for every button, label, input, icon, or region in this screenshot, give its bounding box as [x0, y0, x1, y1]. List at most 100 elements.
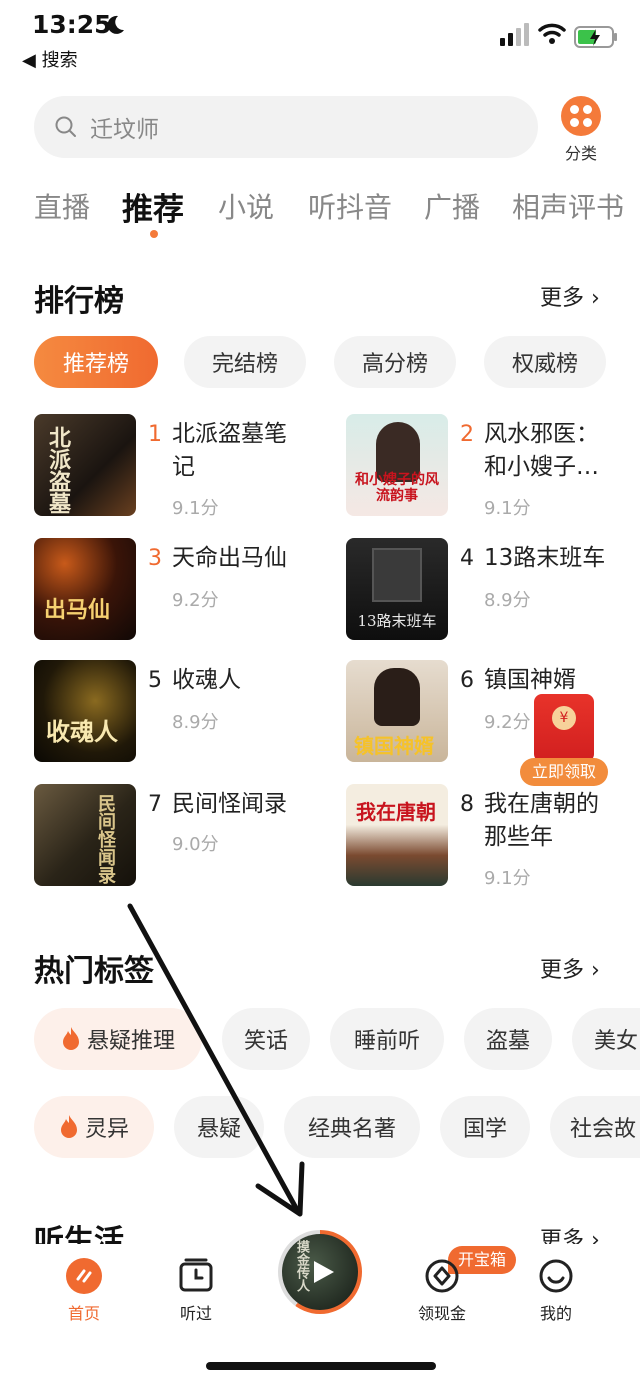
ranking-more-label: 更多 [540, 286, 585, 311]
back-to-search-link[interactable]: ◀ 搜索 [22, 46, 78, 72]
cover-bus [372, 548, 422, 602]
cover-title: 13路末班车 [357, 612, 437, 630]
active-tab-indicator [150, 230, 158, 238]
book-item[interactable]: 出马仙 [34, 538, 136, 640]
book-name[interactable]: 镇国神婿 [484, 664, 614, 697]
book-name[interactable]: 天命出马仙 [172, 542, 302, 575]
tab-douyin[interactable]: 听抖音 [308, 186, 392, 226]
hot-tags-more-label: 更多 [540, 958, 585, 983]
book-item[interactable]: 镇国神婿 [346, 660, 448, 762]
player-cover: 摸金传人 [282, 1234, 358, 1310]
tag-classics[interactable]: 经典名著 [284, 1096, 420, 1158]
book-score: 8.9分 [484, 590, 531, 611]
now-playing-button[interactable]: 摸金传人 [278, 1230, 362, 1314]
coin-icon[interactable] [424, 1258, 460, 1294]
ranking-more-link[interactable]: 更多 › [540, 280, 600, 312]
book-rank: 3 [148, 546, 162, 571]
nav-cash-label[interactable]: 领现金 [408, 1300, 476, 1324]
flame-icon [60, 1115, 77, 1138]
book-cover: 13路末班车 [346, 538, 448, 640]
tab-novel[interactable]: 小说 [218, 186, 274, 226]
status-time: 13:25 [32, 10, 112, 39]
moon-icon [107, 15, 124, 34]
nav-home-label[interactable]: 首页 [56, 1300, 112, 1324]
nav-history-label[interactable]: 听过 [168, 1300, 224, 1324]
book-rank: 7 [148, 792, 162, 817]
category-label: 分类 [564, 144, 597, 163]
battery-charging-icon [574, 26, 617, 48]
book-cover: 北派盗墓 [34, 414, 136, 516]
book-rank: 5 [148, 668, 162, 693]
book-item[interactable]: 民间怪闻录 [34, 784, 136, 886]
book-cover: 我在唐朝 [346, 784, 448, 886]
category-icon [561, 96, 601, 136]
book-item[interactable]: 北派盗墓 [34, 414, 136, 516]
category-button[interactable]: 分类 [556, 96, 606, 164]
book-rank: 8 [460, 792, 474, 817]
tag-label: 悬疑推理 [86, 1029, 175, 1054]
book-score: 9.0分 [172, 834, 219, 855]
tag-jokes[interactable]: 笑话 [222, 1008, 310, 1070]
history-icon[interactable] [178, 1258, 214, 1294]
cover-title: 我在唐朝 [356, 800, 436, 824]
tag-suspense-reasoning[interactable]: 悬疑推理 [34, 1008, 202, 1070]
book-name[interactable]: 北派盗墓笔记 [172, 418, 302, 484]
book-cover: 和小嫂子的风流韵事 [346, 414, 448, 516]
chevron-right-icon: › [591, 286, 600, 311]
pill-authority-list[interactable]: 权威榜 [484, 336, 606, 388]
nav-me-label[interactable]: 我的 [528, 1300, 584, 1324]
tab-radio[interactable]: 广播 [424, 186, 480, 226]
book-name[interactable]: 我在唐朝的那些年 [484, 788, 614, 854]
tag-beauty[interactable]: 美女 [572, 1008, 640, 1070]
book-rank: 1 [148, 422, 162, 447]
book-score: 8.9分 [172, 712, 219, 733]
pill-recommend-list[interactable]: 推荐榜 [34, 336, 158, 388]
book-cover: 收魂人 [34, 660, 136, 762]
book-item[interactable]: 我在唐朝 [346, 784, 448, 886]
hot-tags-more-link[interactable]: 更多 › [540, 952, 600, 984]
red-packet-claim-button[interactable]: 立即领取 [520, 758, 608, 786]
cover-title: 民间怪闻录 [95, 794, 116, 884]
book-cover: 镇国神婿 [346, 660, 448, 762]
home-icon[interactable] [66, 1258, 102, 1294]
cover-title: 和小嫂子的风流韵事 [355, 472, 439, 504]
pill-high-score-list[interactable]: 高分榜 [334, 336, 456, 388]
pill-finished-list[interactable]: 完结榜 [184, 336, 306, 388]
chevron-right-icon: › [591, 958, 600, 983]
search-bar[interactable]: 迁坟师 [34, 96, 538, 158]
tag-bedtime[interactable]: 睡前听 [330, 1008, 444, 1070]
book-cover: 出马仙 [34, 538, 136, 640]
book-item[interactable]: 收魂人 [34, 660, 136, 762]
cover-figure [374, 668, 420, 726]
book-name[interactable]: 民间怪闻录 [172, 788, 312, 821]
home-indicator[interactable] [206, 1362, 436, 1370]
tag-social-stories[interactable]: 社会故 [550, 1096, 640, 1158]
cellular-signal-icon [500, 23, 529, 46]
profile-smiley-icon[interactable] [538, 1258, 574, 1294]
red-packet-icon[interactable]: ¥ [534, 694, 594, 762]
tab-crosstalk[interactable]: 相声评书 [512, 186, 624, 226]
book-rank: 6 [460, 668, 474, 693]
book-rank: 2 [460, 422, 474, 447]
book-item[interactable]: 和小嫂子的风流韵事 [346, 414, 448, 516]
tag-tomb-raiding[interactable]: 盗墓 [464, 1008, 552, 1070]
wifi-icon [538, 23, 566, 44]
tab-live[interactable]: 直播 [34, 186, 90, 226]
yen-coin-icon: ¥ [552, 706, 576, 730]
book-rank: 4 [460, 546, 474, 571]
search-placeholder: 迁坟师 [90, 117, 159, 143]
book-score: 9.2分 [172, 590, 219, 611]
book-score: 9.1分 [484, 498, 531, 519]
cover-title: 收魂人 [46, 717, 118, 746]
flame-icon [62, 1027, 79, 1050]
book-name[interactable]: 收魂人 [172, 664, 302, 697]
tag-supernatural[interactable]: 灵异 [34, 1096, 154, 1158]
tab-recommend[interactable]: 推荐 [122, 184, 184, 229]
book-score: 9.1分 [484, 868, 531, 889]
book-name[interactable]: 13路末班车 [484, 542, 624, 575]
book-item[interactable]: 13路末班车 [346, 538, 448, 640]
tag-sinology[interactable]: 国学 [440, 1096, 530, 1158]
book-name[interactable]: 风水邪医：和小嫂子… [484, 418, 614, 484]
tag-suspense[interactable]: 悬疑 [174, 1096, 264, 1158]
hot-tags-title: 热门标签 [34, 954, 154, 989]
